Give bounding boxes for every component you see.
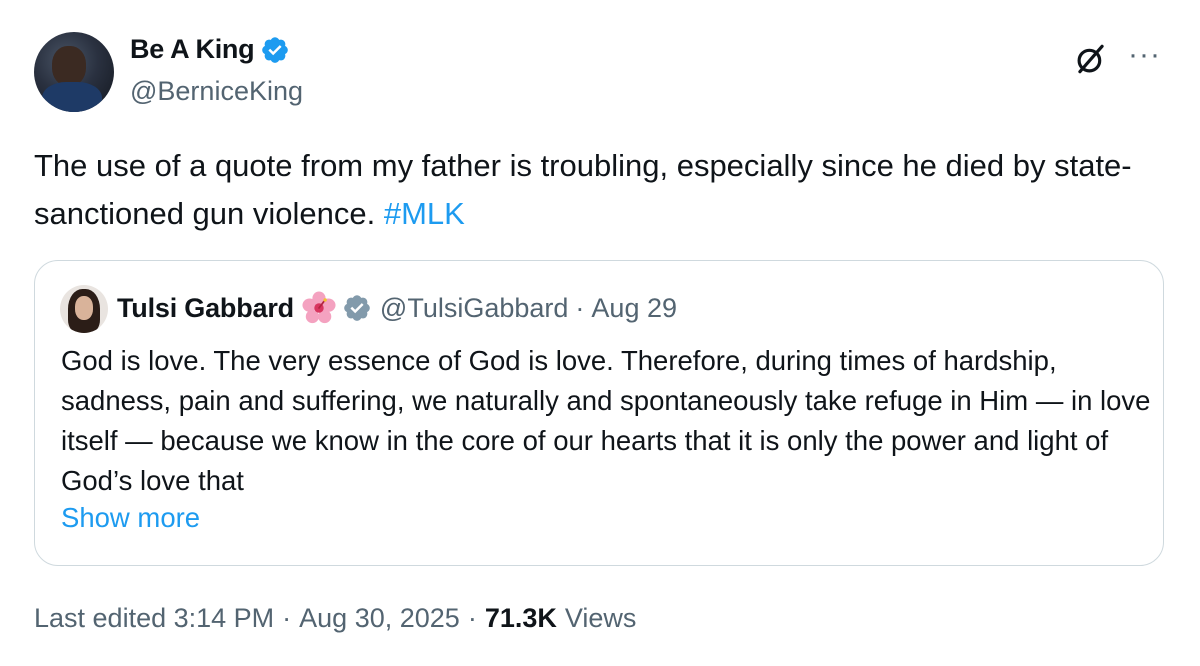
last-edited-label[interactable]: Last edited 3:14 PM (34, 603, 274, 634)
avatar-face (52, 46, 86, 86)
author-name-text[interactable]: Be A King (130, 34, 255, 65)
meta-separator: · (282, 603, 292, 633)
more-horizontal-icon[interactable]: ··· (1128, 38, 1161, 72)
verified-badge-icon (262, 36, 289, 63)
quoted-separator: · (575, 292, 585, 323)
tweet-body: The use of a quote from my father is tro… (34, 148, 1132, 231)
quoted-author-avatar[interactable] (60, 285, 108, 333)
views-label[interactable]: Views (565, 603, 637, 634)
hibiscus-emoji-icon (302, 291, 336, 324)
author-handle[interactable]: @BerniceKing (130, 76, 303, 107)
quoted-author-name[interactable]: Tulsi Gabbard (117, 293, 294, 324)
grok-icon[interactable] (1072, 40, 1110, 78)
quoted-verified-badge-icon (344, 295, 370, 321)
tweet-meta: Last edited 3:14 PM · Aug 30, 2025 · 71.… (34, 603, 636, 634)
hashtag-link[interactable]: #MLK (384, 196, 465, 231)
quoted-date[interactable]: Aug 29 (591, 293, 677, 324)
meta-separator-2: · (467, 603, 477, 633)
quoted-header: Tulsi Gabbard @TulsiGabbard · Aug 29 (117, 291, 677, 325)
show-more-link[interactable]: Show more (61, 502, 200, 534)
author-avatar[interactable] (34, 32, 114, 112)
quoted-tweet-text: God is love. The very essence of God is … (61, 345, 1151, 496)
tweet-date[interactable]: Aug 30, 2025 (299, 603, 460, 634)
tweet-text: The use of a quote from my father is tro… (34, 142, 1154, 238)
quoted-avatar-face (75, 296, 93, 320)
avatar-shirt (42, 82, 102, 112)
quoted-author-handle[interactable]: @TulsiGabbard (380, 293, 569, 324)
views-count[interactable]: 71.3K (485, 603, 557, 634)
author-name[interactable]: Be A King (130, 34, 290, 65)
quoted-tweet-card[interactable]: Tulsi Gabbard @TulsiGabbard · Aug 29 God… (34, 260, 1164, 566)
